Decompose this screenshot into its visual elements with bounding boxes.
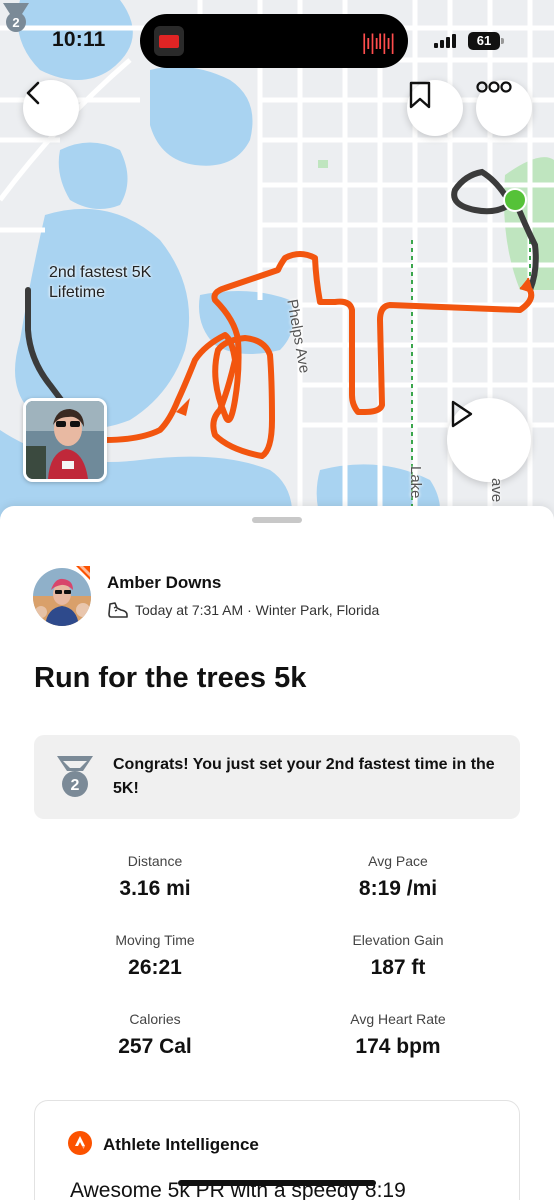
stat-value: 3.16 mi	[119, 877, 191, 900]
bookmark-icon	[409, 81, 431, 109]
more-options-button[interactable]	[476, 80, 532, 136]
battery-icon: 61	[468, 32, 504, 50]
stat-label: Elevation Gain	[352, 932, 444, 948]
pr-label-line2: Lifetime	[49, 284, 106, 301]
pr-label-line1: 2nd fastest 5K	[49, 264, 152, 281]
home-indicator[interactable]	[178, 1180, 376, 1186]
more-horizontal-icon	[476, 81, 512, 93]
activity-meta: Today at 7:31 AM · Winter Park, Florida	[107, 600, 379, 620]
strava-logo-icon	[68, 1131, 92, 1155]
chevron-left-icon	[26, 81, 40, 105]
activity-detail-sheet[interactable]: Amber Downs Today at 7:31 AM · Winter Pa…	[0, 506, 554, 1200]
play-icon	[451, 400, 473, 428]
stat-value: 257 Cal	[118, 1035, 192, 1058]
status-bar: 10:11 |ı|ıl|ı| 61	[0, 0, 554, 80]
stat-label: Moving Time	[115, 932, 195, 948]
congrats-rank: 2	[71, 777, 80, 794]
run-shoe-icon	[108, 602, 128, 618]
pr-rank: 2	[12, 15, 19, 30]
app-activity-icon	[154, 26, 184, 56]
stat-value: 8:19 /mi	[358, 877, 438, 900]
activity-timestamp-location: Today at 7:31 AM · Winter Park, Florida	[135, 602, 380, 618]
stat-avg-heart-rate: Avg Heart Rate 174 bpm	[278, 1011, 518, 1059]
stat-label: Avg Pace	[368, 853, 428, 869]
athlete-name[interactable]: Amber Downs	[107, 573, 221, 593]
stat-value: 174 bpm	[355, 1035, 441, 1058]
stat-distance: Distance 3.16 mi	[35, 853, 275, 901]
stat-avg-pace: Avg Pace 8:19 /mi	[278, 853, 518, 901]
pr-achievement-label[interactable]: 2nd fastest 5K Lifetime	[49, 263, 151, 303]
achievement-card[interactable]: 2 Congrats! You just set your 2nd fastes…	[34, 735, 520, 819]
dynamic-island[interactable]: |ı|ıl|ı|	[140, 14, 408, 68]
bookmark-button[interactable]	[407, 80, 463, 136]
stat-calories: Calories 257 Cal	[35, 1011, 275, 1059]
medal-icon: 2	[57, 756, 93, 797]
signal-icon	[434, 34, 456, 48]
medal-icon[interactable]: 2	[0, 0, 32, 34]
stat-moving-time: Moving Time 26:21	[35, 932, 275, 980]
back-button[interactable]	[23, 80, 79, 136]
status-time: 10:11	[52, 28, 106, 51]
stat-label: Avg Heart Rate	[350, 1011, 446, 1027]
activity-map[interactable]: 10:11 |ı|ıl|ı| 61 2 2nd fastest 5K Lifet…	[0, 0, 554, 540]
audio-wave-icon: |ı|ıl|ı|	[360, 30, 396, 54]
street-label: Lake	[407, 466, 424, 499]
stat-value: 187 ft	[370, 956, 426, 979]
runner-photo	[26, 401, 104, 479]
athlete-intelligence-title: Athlete Intelligence	[103, 1135, 259, 1154]
stat-label: Distance	[127, 853, 183, 869]
street-label: ave	[488, 478, 505, 503]
activity-title: Run for the trees 5k	[34, 662, 307, 694]
stat-value: 26:21	[128, 956, 182, 979]
achievement-text: Congrats! You just set your 2nd fastest …	[113, 756, 495, 797]
play-flyover-button[interactable]	[447, 398, 531, 482]
activity-photo-thumbnail[interactable]	[23, 398, 107, 482]
subscriber-badge-icon	[76, 566, 90, 580]
stat-label: Calories	[129, 1011, 181, 1027]
sheet-grabber[interactable]	[252, 517, 302, 523]
stat-elevation-gain: Elevation Gain 187 ft	[278, 932, 518, 980]
